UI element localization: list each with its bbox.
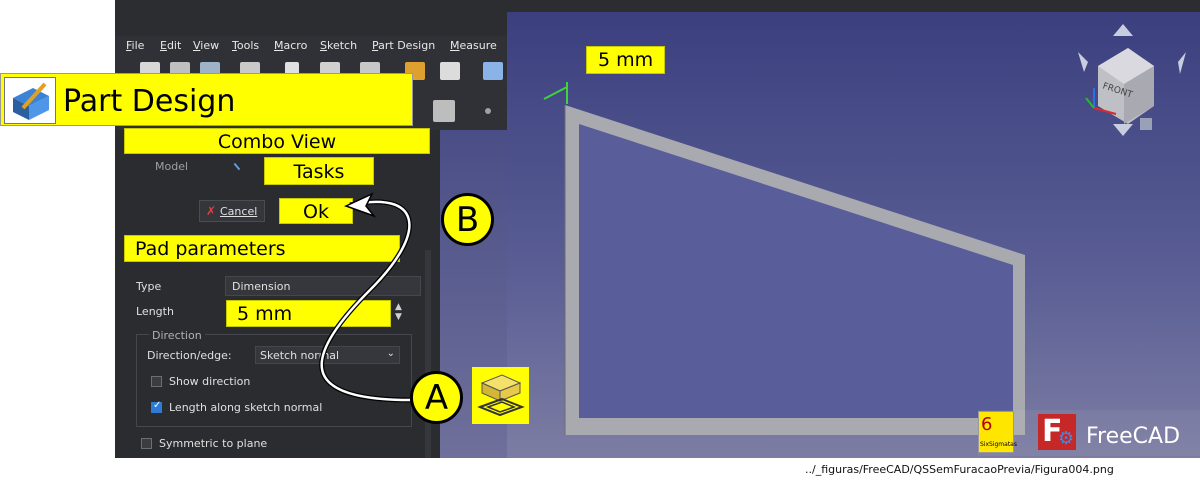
marker-a: A — [410, 371, 463, 424]
flow-arrow — [319, 192, 412, 403]
marker-b: B — [441, 193, 494, 246]
figure-caption: ../_figuras/FreeCAD/QSSemFuracaoPrevia/F… — [805, 463, 1114, 476]
